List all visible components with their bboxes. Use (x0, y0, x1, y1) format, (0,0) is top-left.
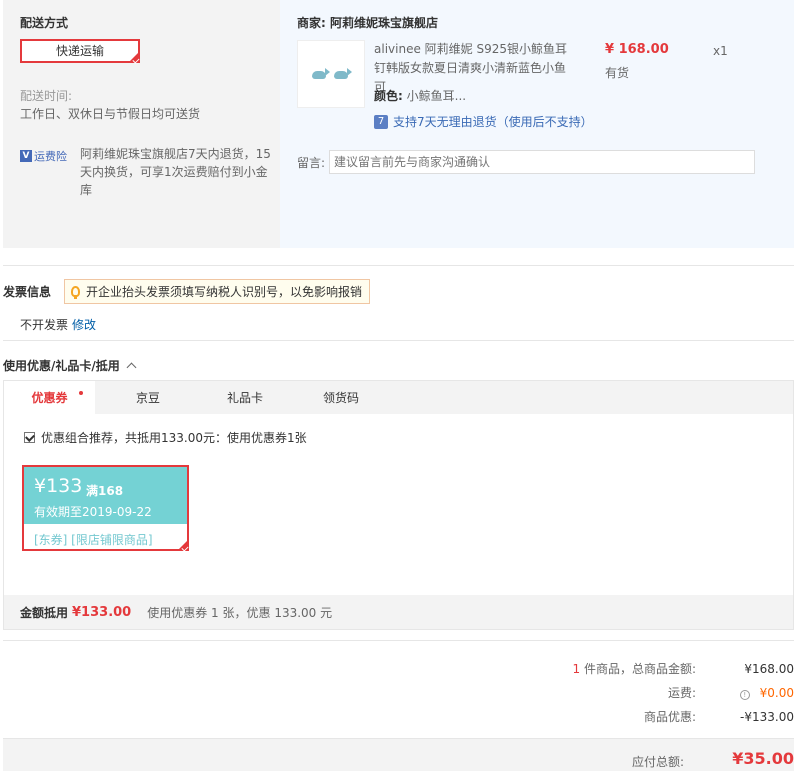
invoice-title: 发票信息 (3, 285, 52, 299)
tab-jingdou[interactable]: 京豆 (110, 381, 186, 414)
whale-earring-icon (310, 68, 330, 80)
coupon-card-header: ¥133 满168 有效期至2019-09-22 (24, 467, 187, 524)
recommend-checkbox[interactable] (24, 432, 35, 443)
invoice-status: 不开发票 (20, 318, 69, 332)
invoice-tip-text: 开企业抬头发票须填写纳税人识别号，以免影响报销 (86, 285, 363, 299)
tab-label: 京豆 (135, 391, 160, 405)
shipping-section: 配送方式 快递运输 配送时间: 工作日、双休日与节假日均可送货 V 运费险 阿莉… (3, 0, 794, 248)
coupon-section-toggle[interactable]: 使用优惠/礼品卡/抵用 (3, 357, 137, 374)
freight-insurance-badge: V 运费险 (20, 148, 67, 164)
return-7day-icon: 7 (374, 114, 388, 129)
item-count: 1 (572, 662, 581, 676)
return-policy-text: 支持7天无理由退货（使用后不支持） (393, 115, 593, 129)
coupon-section-title: 使用优惠/礼品卡/抵用 (3, 359, 120, 373)
tab-gift-card[interactable]: 礼品卡 (204, 381, 286, 414)
discount-row: 商品优惠: -¥133.00 (576, 708, 794, 725)
coupon-recommend[interactable]: 优惠组合推荐，共抵用133.00元：使用优惠券1张 (24, 429, 307, 446)
pay-total-bar: 应付总额: ¥35.00 (3, 738, 794, 771)
coupon-panel: 优惠券 京豆 礼品卡 领货码 优惠组合推荐，共抵用133.00元：使用优惠券1张… (3, 380, 794, 630)
coupon-summary-label: 金额抵用 (20, 605, 69, 620)
product-price: ¥ 168.00 (605, 42, 669, 57)
divider (3, 640, 794, 641)
product-panel: 商家: 阿莉维妮珠宝旗舰店 alivinee 阿莉维妮 S925银小鲸鱼耳钉韩版… (280, 0, 794, 248)
pay-total-value: ¥35.00 (732, 749, 794, 768)
return-policy[interactable]: 7 支持7天无理由退货（使用后不支持） (374, 113, 593, 130)
divider (3, 265, 794, 266)
message-input[interactable] (329, 150, 755, 174)
freight-value-wrap: ! ¥0.00 (696, 686, 794, 700)
shipping-panel: 配送方式 快递运输 配送时间: 工作日、双休日与节假日均可送货 V 运费险 阿莉… (3, 0, 280, 248)
seller-info: 商家: 阿莉维妮珠宝旗舰店 (297, 14, 438, 31)
shipping-method-label: 快递运输 (55, 44, 104, 58)
new-dot-icon (79, 391, 83, 395)
freight-value: ¥0.00 (759, 685, 794, 700)
coupon-condition: 满168 (86, 484, 124, 498)
product-color-value: 小鲸鱼耳... (406, 89, 467, 103)
coupon-summary-amount: ¥133.00 (72, 604, 132, 620)
selected-check-icon (128, 51, 140, 63)
product-color: 颜色: 小鲸鱼耳... (374, 87, 466, 104)
coupon-summary: 金额抵用 ¥133.00 使用优惠券 1 张，优惠 133.00 元 (4, 595, 793, 629)
seller-name[interactable]: 阿莉维妮珠宝旗舰店 (330, 16, 438, 30)
message-label: 留言: (297, 156, 326, 170)
selected-check-icon (177, 539, 189, 551)
coupon-expiry: 有效期至2019-09-22 (34, 505, 152, 519)
freight-insurance-text: 阿莉维妮珠宝旗舰店7天内退货，15天内换货，可享1次运费赔付到小金库 (80, 147, 271, 197)
tab-pickup-code[interactable]: 领货码 (300, 381, 382, 414)
goods-total-row: 1 件商品，总商品金额: ¥168.00 (496, 660, 794, 677)
pay-total-label: 应付总额: (631, 755, 684, 769)
product-color-label: 颜色: (374, 89, 403, 103)
tab-label: 优惠券 (31, 391, 68, 405)
freight-label: 运费: (667, 686, 696, 700)
freight-insurance-label: 运费险 (34, 150, 67, 163)
invoice-edit-link[interactable]: 修改 (72, 316, 96, 333)
tab-label: 礼品卡 (226, 391, 263, 405)
divider (3, 340, 794, 341)
freight-row: 运费: ! ¥0.00 (576, 684, 794, 701)
recommend-text: 优惠组合推荐，共抵用133.00元：使用优惠券1张 (41, 431, 307, 445)
item-count-label: 件商品，总商品金额: (583, 662, 696, 676)
chevron-up-icon (126, 362, 137, 373)
shipping-method-option[interactable]: 快递运输 (20, 39, 140, 63)
tab-label: 领货码 (322, 391, 359, 405)
coupon-amount: ¥133 (34, 475, 83, 497)
coupon-tabs: 优惠券 京豆 礼品卡 领货码 (4, 381, 793, 415)
product-quantity: x1 (713, 44, 728, 58)
shipping-title: 配送方式 (20, 16, 69, 30)
product-image[interactable] (297, 40, 365, 108)
info-icon[interactable]: ! (739, 689, 750, 700)
invoice-tip: 开企业抬头发票须填写纳税人识别号，以免影响报销 (64, 279, 371, 304)
freight-insurance-icon: V (20, 150, 32, 162)
shipping-time-value: 工作日、双休日与节假日均可送货 (20, 107, 201, 121)
coupon-card[interactable]: ¥133 满168 有效期至2019-09-22 [东券] [限店铺限商品] (22, 465, 189, 551)
coupon-tags: [东券] [限店铺限商品] (34, 533, 153, 547)
tab-coupons[interactable]: 优惠券 (4, 381, 95, 415)
discount-label: 商品优惠: (643, 710, 696, 724)
whale-earring-icon (332, 68, 352, 80)
goods-total-value: ¥168.00 (744, 661, 794, 676)
shipping-time-label: 配送时间: (20, 89, 73, 103)
seller-label: 商家: (297, 16, 326, 30)
discount-value: -¥133.00 (740, 709, 794, 724)
goods-total-label: 1 件商品，总商品金额: (496, 660, 696, 677)
lightbulb-icon (71, 286, 80, 299)
coupon-summary-desc: 使用优惠券 1 张，优惠 133.00 元 (147, 605, 333, 620)
product-stock: 有货 (605, 66, 630, 80)
